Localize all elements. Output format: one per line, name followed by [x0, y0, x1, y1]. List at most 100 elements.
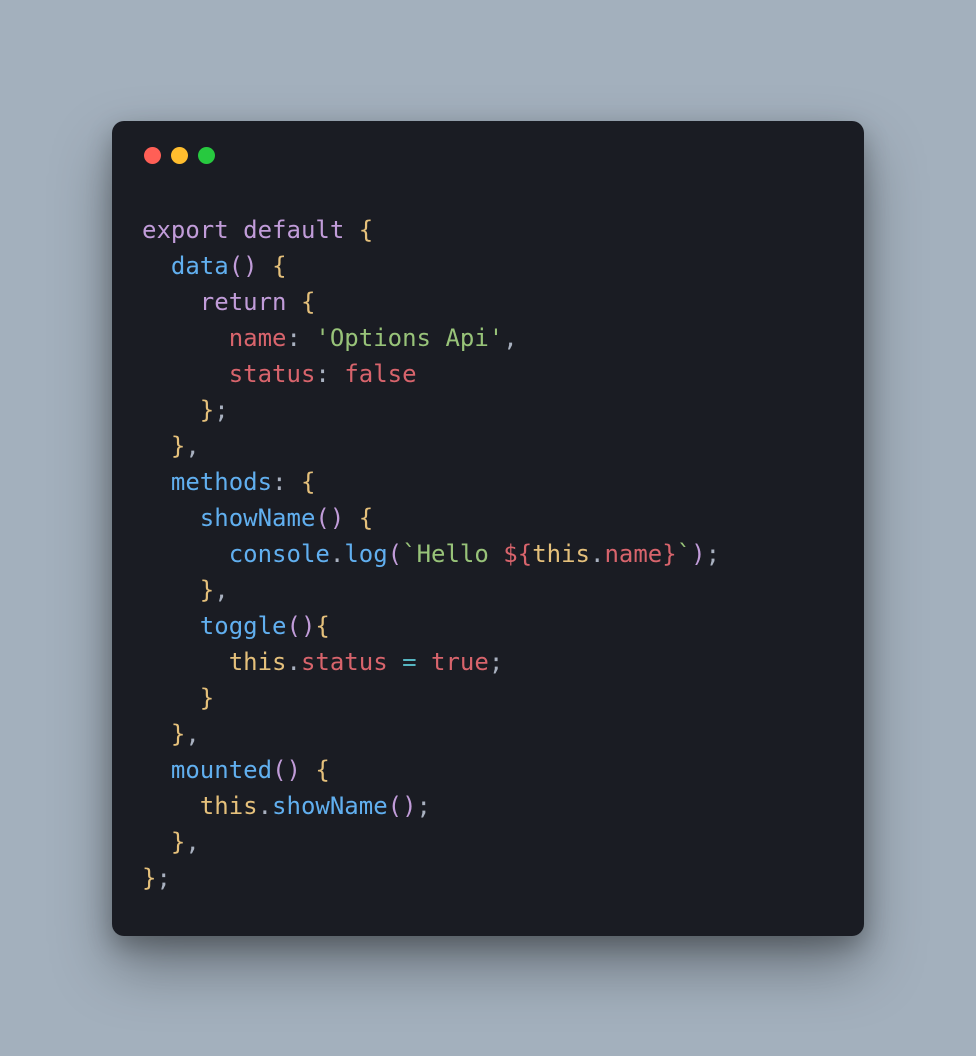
code-token [142, 324, 229, 352]
code-token: ( [229, 252, 243, 280]
code-token [142, 540, 229, 568]
code-token: ( [315, 504, 329, 532]
code-token: } [171, 432, 185, 460]
code-token: } [200, 396, 214, 424]
code-token: return [200, 288, 287, 316]
code-token: ` [677, 540, 691, 568]
code-token: , [214, 576, 228, 604]
code-token: showName [272, 792, 388, 820]
code-token: } [200, 684, 214, 712]
code-token: { [315, 756, 329, 784]
code-token: : [315, 360, 329, 388]
code-token: 'Options Api' [315, 324, 503, 352]
code-token: this [229, 648, 287, 676]
code-token: export [142, 216, 229, 244]
code-token: . [287, 648, 301, 676]
code-token [142, 684, 200, 712]
code-token: ; [214, 396, 228, 424]
code-token: ) [402, 792, 416, 820]
code-token: ( [388, 792, 402, 820]
code-token [142, 720, 171, 748]
code-token: ; [706, 540, 720, 568]
code-token [301, 756, 315, 784]
code-token [330, 360, 344, 388]
code-token: : [272, 468, 286, 496]
code-token [142, 396, 200, 424]
code-token: ) [287, 756, 301, 784]
code-token [142, 576, 200, 604]
code-token: } [662, 540, 676, 568]
code-token [142, 288, 200, 316]
code-token: } [200, 576, 214, 604]
code-token: . [258, 792, 272, 820]
code-token [142, 756, 171, 784]
code-token: toggle [200, 612, 287, 640]
code-token: this [532, 540, 590, 568]
code-token: { [301, 468, 315, 496]
code-token: `Hello [402, 540, 503, 568]
code-token [301, 324, 315, 352]
code-token: , [185, 720, 199, 748]
code-token [142, 504, 200, 532]
code-token: false [344, 360, 416, 388]
code-token: { [315, 612, 329, 640]
code-token: ) [301, 612, 315, 640]
traffic-lights [142, 147, 834, 164]
code-token: . [330, 540, 344, 568]
code-token: , [185, 432, 199, 460]
code-token: } [142, 864, 156, 892]
code-token [417, 648, 431, 676]
close-icon[interactable] [144, 147, 161, 164]
code-token: status [229, 360, 316, 388]
code-token: console [229, 540, 330, 568]
code-token [142, 612, 200, 640]
code-token: { [301, 288, 315, 316]
code-token: . [590, 540, 604, 568]
code-token: status [301, 648, 388, 676]
code-token: , [503, 324, 517, 352]
code-token: data [171, 252, 229, 280]
code-token [388, 648, 402, 676]
code-token: mounted [171, 756, 272, 784]
code-token [287, 288, 301, 316]
code-token: ; [417, 792, 431, 820]
code-token [142, 468, 171, 496]
code-token [142, 648, 229, 676]
code-token [344, 216, 358, 244]
code-token: = [402, 648, 416, 676]
code-token: ) [691, 540, 705, 568]
code-token: default [243, 216, 344, 244]
code-token [142, 828, 171, 856]
code-token: ( [287, 612, 301, 640]
minimize-icon[interactable] [171, 147, 188, 164]
code-token [344, 504, 358, 532]
code-snippet: export default { data() { return { name:… [142, 212, 834, 896]
code-token: name [604, 540, 662, 568]
code-token [142, 432, 171, 460]
code-window: export default { data() { return { name:… [112, 121, 864, 936]
code-token: ; [489, 648, 503, 676]
code-token: showName [200, 504, 316, 532]
code-token: ( [272, 756, 286, 784]
code-token: { [359, 504, 373, 532]
code-token [287, 468, 301, 496]
code-token: log [344, 540, 387, 568]
code-token: ( [388, 540, 402, 568]
code-token: : [287, 324, 301, 352]
code-token: methods [171, 468, 272, 496]
code-token: ) [330, 504, 344, 532]
code-token: ) [243, 252, 257, 280]
code-token [142, 792, 200, 820]
code-token: } [171, 828, 185, 856]
code-token: this [200, 792, 258, 820]
code-token: { [272, 252, 286, 280]
maximize-icon[interactable] [198, 147, 215, 164]
code-token: true [431, 648, 489, 676]
code-token [142, 252, 171, 280]
code-token: ; [156, 864, 170, 892]
code-token: } [171, 720, 185, 748]
code-token [142, 360, 229, 388]
code-token [229, 216, 243, 244]
code-token: { [359, 216, 373, 244]
code-token [258, 252, 272, 280]
